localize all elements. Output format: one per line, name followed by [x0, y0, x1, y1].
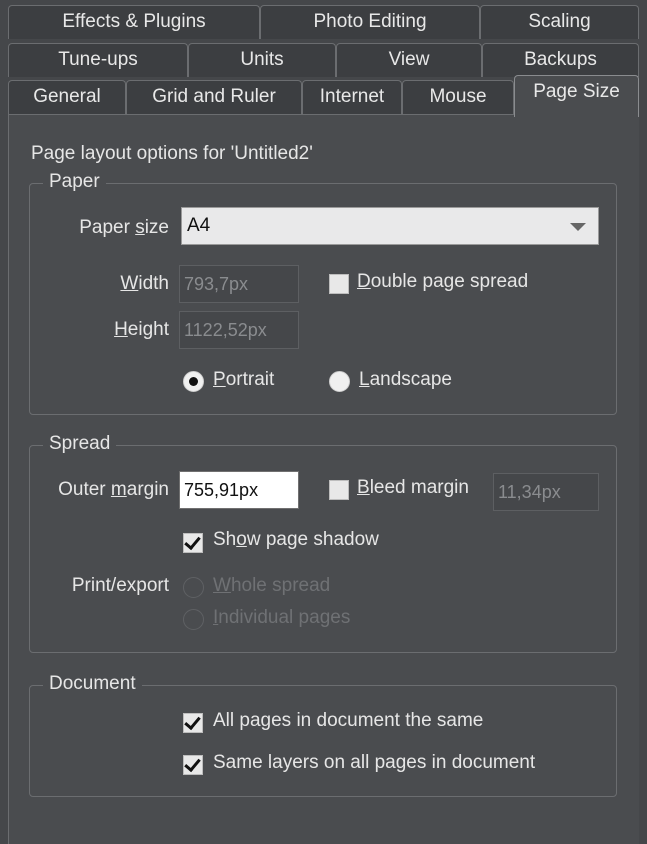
tab-grid-and-ruler[interactable]: Grid and Ruler	[126, 80, 302, 114]
tab-units[interactable]: Units	[188, 43, 336, 77]
document-group	[29, 685, 617, 797]
tab-photo-editing[interactable]: Photo Editing	[260, 5, 480, 39]
paper-size-value: A4	[187, 215, 211, 236]
show-page-shadow-label[interactable]: Show page shadow	[213, 529, 379, 551]
tab-internet[interactable]: Internet	[302, 80, 402, 114]
checkmark-icon	[184, 712, 201, 731]
landscape-label[interactable]: Landscape	[359, 369, 452, 391]
width-field[interactable]: 793,7px	[179, 265, 299, 303]
checkmark-icon	[184, 532, 201, 551]
bleed-margin-label[interactable]: Bleed margin	[357, 477, 469, 499]
all-pages-same-label[interactable]: All pages in document the same	[213, 710, 483, 732]
tab-page-size[interactable]: Page Size	[514, 75, 639, 117]
double-page-spread-checkbox[interactable]	[329, 274, 349, 294]
same-layers-label[interactable]: Same layers on all pages in document	[213, 752, 535, 774]
individual-pages-label: Individual pages	[213, 607, 351, 628]
show-page-shadow-checkbox[interactable]	[183, 532, 203, 553]
paper-size-dropdown[interactable]: A4	[181, 207, 599, 245]
page-heading: Page layout options for 'Untitled2'	[31, 143, 313, 164]
bleed-margin-checkbox[interactable]	[329, 480, 349, 500]
document-group-title: Document	[43, 673, 142, 695]
tab-view[interactable]: View	[336, 43, 482, 77]
radio-selected-dot	[189, 377, 198, 386]
outer-margin-label: Outer margin	[58, 479, 169, 500]
tab-row-3: General Grid and Ruler Internet Mouse Pa…	[0, 75, 647, 117]
portrait-label[interactable]: Portrait	[213, 369, 274, 391]
tab-row-1: Effects & Plugins Photo Editing Scaling	[0, 4, 647, 40]
outer-margin-field[interactable]: 755,91px	[179, 471, 299, 509]
tab-mouse[interactable]: Mouse	[402, 80, 514, 114]
same-layers-checkbox[interactable]	[183, 754, 203, 775]
tab-scaling[interactable]: Scaling	[480, 5, 639, 39]
landscape-radio[interactable]	[329, 371, 350, 392]
individual-pages-radio[interactable]	[183, 609, 204, 630]
tab-effects-plugins[interactable]: Effects & Plugins	[8, 5, 260, 39]
tab-tune-ups[interactable]: Tune-ups	[8, 43, 188, 77]
tab-backups[interactable]: Backups	[482, 43, 639, 77]
tab-row-2: Tune-ups Units View Backups	[0, 42, 647, 78]
portrait-radio[interactable]	[183, 371, 204, 392]
height-field[interactable]: 1122,52px	[179, 311, 299, 349]
bleed-margin-field[interactable]: 11,34px	[493, 473, 599, 511]
print-export-label: Print/export	[71, 575, 169, 596]
page-size-panel: Page layout options for 'Untitled2' Pape…	[8, 114, 639, 844]
all-pages-same-checkbox[interactable]	[183, 712, 203, 733]
height-label: Height	[114, 319, 169, 340]
whole-spread-label: Whole spread	[213, 575, 331, 596]
whole-spread-radio[interactable]	[183, 577, 204, 598]
paper-size-label: Paper size	[79, 217, 169, 238]
width-label: Width	[120, 273, 169, 294]
paper-group-title: Paper	[43, 171, 106, 193]
tab-general[interactable]: General	[8, 80, 126, 114]
checkmark-icon	[184, 754, 201, 773]
spread-group-title: Spread	[43, 433, 117, 455]
double-page-spread-label[interactable]: Double page spread	[357, 271, 528, 293]
chevron-down-icon	[570, 223, 586, 231]
